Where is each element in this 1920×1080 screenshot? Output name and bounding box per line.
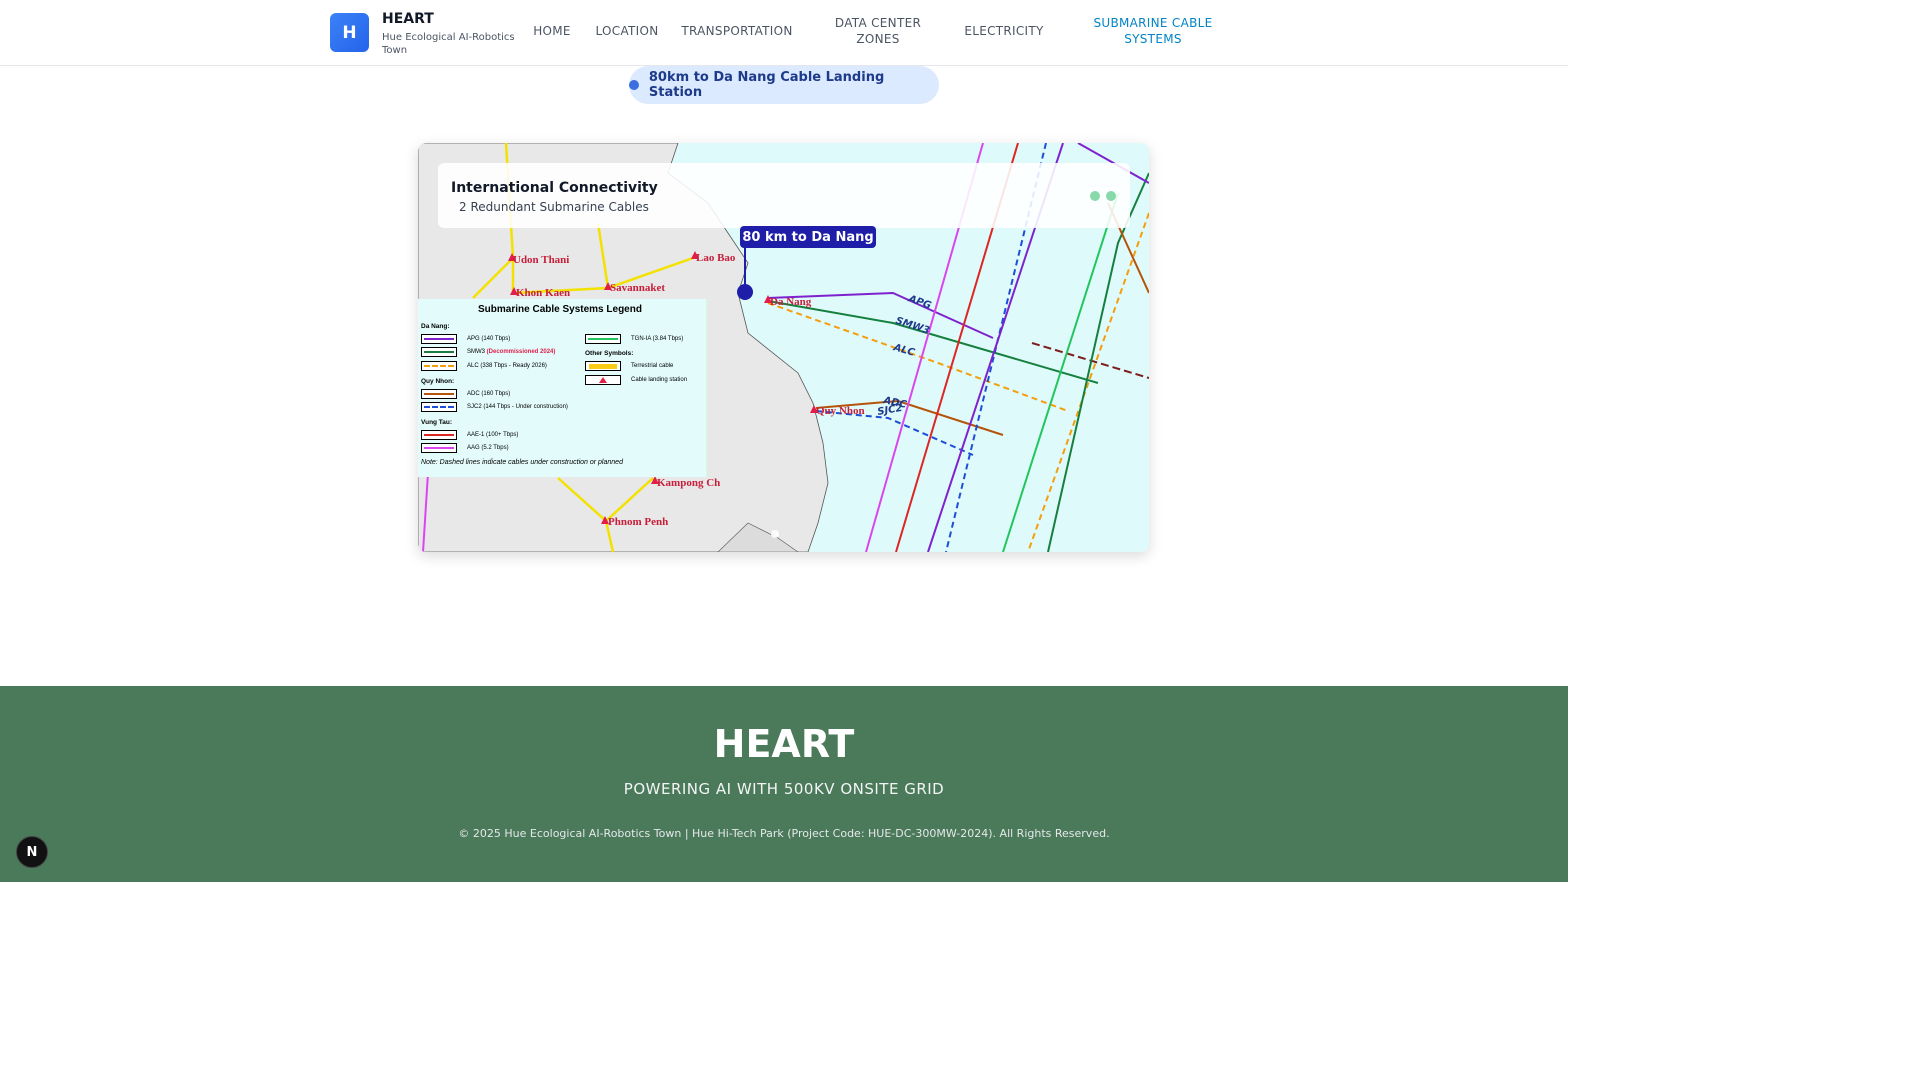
map-label-phnom-penh: Phnom Penh <box>608 516 668 528</box>
legend-item: SJC2 (144 Tbps - Under construction) <box>421 402 568 412</box>
legend-item: ADC (160 Tbps) <box>421 389 510 399</box>
map-label-lao-bao: Lao Bao <box>696 252 736 264</box>
legend-item: Cable landing station <box>585 375 687 385</box>
nav-transportation[interactable]: TRANSPORTATION <box>680 14 794 48</box>
legend-item: ALC (338 Tbps - Ready 2026) <box>421 361 547 371</box>
nav-home[interactable]: HOME <box>530 14 574 48</box>
hue-location-marker <box>737 284 753 300</box>
brand-name[interactable]: HEART <box>382 11 434 27</box>
legend-note: Note: Dashed lines indicate cables under… <box>421 459 623 466</box>
legend-group-heading: Quy Nhon: <box>421 378 455 385</box>
map-label-savannaket: Savannaket <box>610 282 665 294</box>
legend-group-heading: Other Symbols: <box>585 350 634 357</box>
indicator-dot <box>1090 191 1100 201</box>
status-dot <box>629 80 639 90</box>
cable-legend: Submarine Cable Systems Legend Da Nang: … <box>418 299 707 477</box>
map-label-khon-kaen: Khon Kaen <box>516 287 570 299</box>
indicator-dot <box>1106 191 1116 201</box>
nav-electricity[interactable]: ELECTRICITY <box>962 14 1046 48</box>
map-label-udon-thani: Udon Thani <box>513 254 569 266</box>
dev-tools-badge[interactable]: N <box>16 836 48 868</box>
connectivity-info-panel: International Connectivity 2 Redundant S… <box>438 163 1130 228</box>
map-label-kampong-ch: Kampong Ch <box>657 477 720 489</box>
footer-tagline: POWERING AI WITH 500KV ONSITE GRID <box>623 780 945 798</box>
footer-copyright: © 2025 Hue Ecological AI-Robotics Town |… <box>458 827 1110 840</box>
legend-item: APG (140 Tbps) <box>421 334 510 344</box>
brand-subtitle: Hue Ecological AI-Robotics Town <box>382 32 515 56</box>
connectivity-title: International Connectivity <box>451 180 658 196</box>
nav-data-center-zones[interactable]: DATA CENTER ZONES <box>826 14 930 48</box>
connectivity-subtitle: 2 Redundant Submarine Cables <box>459 200 649 214</box>
legend-title: Submarine Cable Systems Legend <box>478 304 642 315</box>
legend-item: Terrestrial cable <box>585 361 673 371</box>
site-footer: HEART POWERING AI WITH 500KV ONSITE GRID… <box>0 686 1568 882</box>
map-label-da-nang: Da Nang <box>770 296 812 308</box>
legend-item: SMW3 (Decommissioned 2024) <box>421 347 555 357</box>
legend-item: AAG (5.2 Tbps) <box>421 443 509 453</box>
footer-title: HEART <box>713 722 855 766</box>
distance-pill-text: 80km to Da Nang Cable Landing Station <box>648 70 885 100</box>
legend-item: TGN-IA (3.84 Tbps) <box>585 334 683 344</box>
nav-location[interactable]: LOCATION <box>592 14 662 48</box>
logo-badge[interactable]: H <box>330 13 369 52</box>
map-label-quy-nhon: Quy Nhon <box>816 405 865 417</box>
top-navigation-bar: H HEART Hue Ecological AI-Robotics Town … <box>0 0 1568 66</box>
nav-submarine-cable-systems[interactable]: SUBMARINE CABLE SYSTEMS <box>1088 14 1218 48</box>
legend-item: AAE-1 (100+ Tbps) <box>421 430 518 440</box>
distance-callout: 80 km to Da Nang <box>740 226 876 248</box>
distance-pill: 80km to Da Nang Cable Landing Station <box>629 66 939 104</box>
legend-group-heading: Vung Tau: <box>421 419 453 426</box>
logo-letter: H <box>342 22 357 43</box>
legend-group-heading: Da Nang: <box>421 323 450 330</box>
